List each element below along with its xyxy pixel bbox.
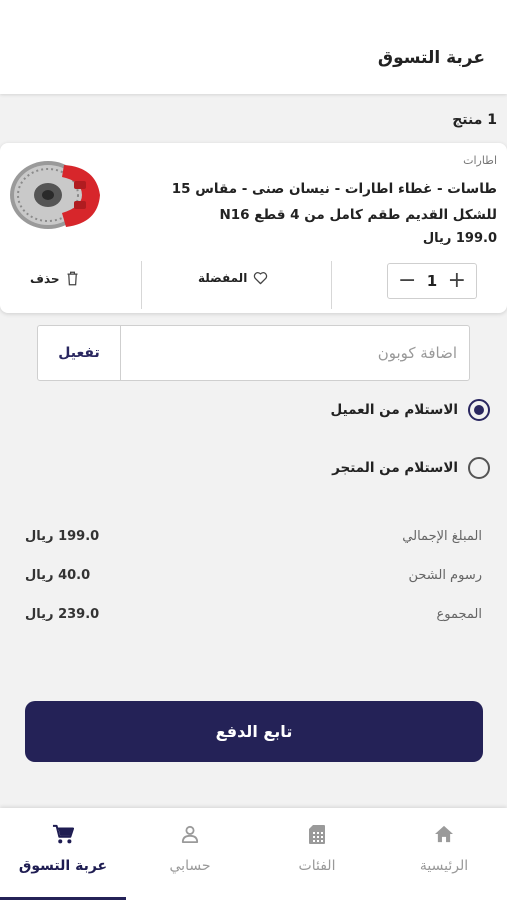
summary-label: المجموع <box>436 607 482 622</box>
coupon-box: تفعيل <box>37 325 470 381</box>
cart-item-card: اطارات طاسات - غطاء اطارات - نيسان صنى -… <box>0 143 507 313</box>
summary-row-shipping: رسوم الشحن 40.0 ريال <box>25 568 482 583</box>
quantity-stepper: + 1 − <box>387 263 477 299</box>
account-icon <box>181 825 199 843</box>
home-icon <box>435 825 453 843</box>
activate-coupon-button[interactable]: تفعيل <box>38 326 120 380</box>
divider <box>120 326 121 380</box>
delete-button[interactable]: حذف <box>30 271 79 286</box>
nav-label: حسابي <box>169 858 211 874</box>
heart-icon <box>254 272 268 285</box>
summary-label: المبلغ الإجمالي <box>402 529 482 544</box>
summary-label: رسوم الشحن <box>408 568 482 583</box>
categories-icon <box>309 824 325 844</box>
cart-icon <box>52 824 74 843</box>
summary-value: 199.0 ريال <box>25 529 100 544</box>
cart-item-actions: + 1 − المفضلة حذف <box>0 253 507 313</box>
trash-icon <box>67 271 78 286</box>
nav-item-cart[interactable]: عربة التسوق <box>0 808 126 900</box>
nav-label: الفئات <box>298 858 336 874</box>
delivery-option-store[interactable]: الاستلام من المتجر <box>332 457 490 479</box>
product-price: 199.0 ريال <box>422 231 497 246</box>
page-title: عربة التسوق <box>377 48 485 68</box>
summary-row-total: المجموع 239.0 ريال <box>25 607 482 622</box>
bottom-navigation: الرئيسية الفئات حسابي عربة التسوق <box>0 808 507 900</box>
radio-selected[interactable] <box>468 399 490 421</box>
delivery-option-label: الاستلام من العميل <box>330 402 458 418</box>
divider <box>331 261 332 309</box>
delivery-option-label: الاستلام من المتجر <box>332 460 458 476</box>
nav-label: الرئيسية <box>419 858 469 874</box>
summary-value: 239.0 ريال <box>25 607 100 622</box>
divider <box>141 261 142 309</box>
decrease-quantity-button[interactable]: − <box>398 270 416 292</box>
app-bar: عربة التسوق <box>0 0 507 94</box>
cart-item-count: 1 منتج <box>452 112 497 128</box>
product-name[interactable]: طاسات - غطاء اطارات - نيسان صنى - مقاس 1… <box>157 176 497 228</box>
quantity-value: 1 <box>426 272 438 290</box>
radio-unselected[interactable] <box>468 457 490 479</box>
increase-quantity-button[interactable]: + <box>448 270 466 292</box>
delivery-option-customer[interactable]: الاستلام من العميل <box>331 399 490 421</box>
nav-label: عربة التسوق <box>18 858 108 874</box>
summary-row-subtotal: المبلغ الإجمالي 199.0 ريال <box>25 529 482 544</box>
delete-label: حذف <box>30 271 60 286</box>
product-category: اطارات <box>463 154 497 167</box>
favorite-button[interactable]: المفضلة <box>198 271 268 285</box>
product-image[interactable] <box>4 153 106 233</box>
summary-value: 40.0 ريال <box>25 568 91 583</box>
favorite-label: المفضلة <box>198 271 248 285</box>
coupon-input[interactable] <box>119 326 469 380</box>
nav-item-account[interactable]: حسابي <box>127 808 253 900</box>
nav-item-categories[interactable]: الفئات <box>254 808 380 900</box>
checkout-button[interactable]: تابع الدفع <box>25 701 483 762</box>
nav-item-home[interactable]: الرئيسية <box>381 808 507 900</box>
